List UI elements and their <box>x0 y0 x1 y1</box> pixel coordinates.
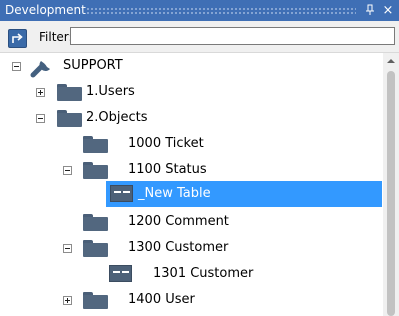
tree-node-support[interactable]: SUPPORT <box>0 53 383 79</box>
folder-icon <box>83 136 108 153</box>
filter-label: Filter: <box>39 30 73 44</box>
redirect-arrow-icon <box>12 33 23 43</box>
tree-node-label: 1100 Status <box>128 162 207 177</box>
filter-input[interactable] <box>70 27 395 45</box>
vertical-scrollbar[interactable] <box>383 53 399 316</box>
tree-node-label: 1400 User <box>128 292 195 307</box>
folder-icon <box>83 292 108 309</box>
tree-node-label: SUPPORT <box>63 58 123 73</box>
tree-node-customer-table[interactable]: 1301 Customer <box>0 261 383 287</box>
table-icon <box>110 185 133 202</box>
folder-icon <box>83 214 108 231</box>
collapse-toggle[interactable] <box>12 62 21 71</box>
collapse-toggle[interactable] <box>63 166 72 175</box>
folder-icon <box>83 240 108 257</box>
pin-icon[interactable] <box>363 0 377 23</box>
tree-node-label: 1200 Comment <box>128 214 229 229</box>
navigate-button[interactable] <box>8 29 27 48</box>
table-icon <box>109 265 132 282</box>
folder-icon <box>57 110 82 127</box>
folder-icon <box>57 84 82 101</box>
panel-title-bar: Development × <box>0 0 399 21</box>
tree-node-label: 2.Objects <box>86 110 148 125</box>
tree-node-customer[interactable]: 1300 Customer <box>0 235 383 261</box>
tree-node-user[interactable]: 1400 User <box>0 287 383 313</box>
tree-node-label: _New Table <box>138 186 211 201</box>
folder-icon <box>83 162 108 179</box>
expand-toggle[interactable] <box>63 296 72 305</box>
title-bar-grip[interactable] <box>86 7 356 15</box>
tree-node-label: 1301 Customer <box>153 266 254 281</box>
tree-node-status[interactable]: 1100 Status <box>0 157 383 183</box>
tree-node-comment[interactable]: 1200 Comment <box>0 209 383 235</box>
wrench-icon <box>30 59 50 78</box>
tree-node-label: 1300 Customer <box>128 240 229 255</box>
tree-node-new-table[interactable]: _New Table <box>106 181 382 207</box>
tree-node-label: 1.Users <box>86 84 135 99</box>
expand-toggle[interactable] <box>36 88 45 97</box>
tree-node-users[interactable]: 1.Users <box>0 79 383 105</box>
scroll-up-icon[interactable] <box>387 59 395 63</box>
tree-node-objects[interactable]: 2.Objects <box>0 105 383 131</box>
collapse-toggle[interactable] <box>36 114 45 123</box>
tree-node-ticket[interactable]: 1000 Ticket <box>0 131 383 157</box>
panel-title: Development <box>5 3 86 17</box>
scrollbar-thumb[interactable] <box>387 71 395 316</box>
collapse-toggle[interactable] <box>63 244 72 253</box>
tree-node-label: 1000 Ticket <box>128 136 204 151</box>
close-icon[interactable]: × <box>381 0 395 21</box>
filter-toolbar: Filter: <box>0 21 399 53</box>
